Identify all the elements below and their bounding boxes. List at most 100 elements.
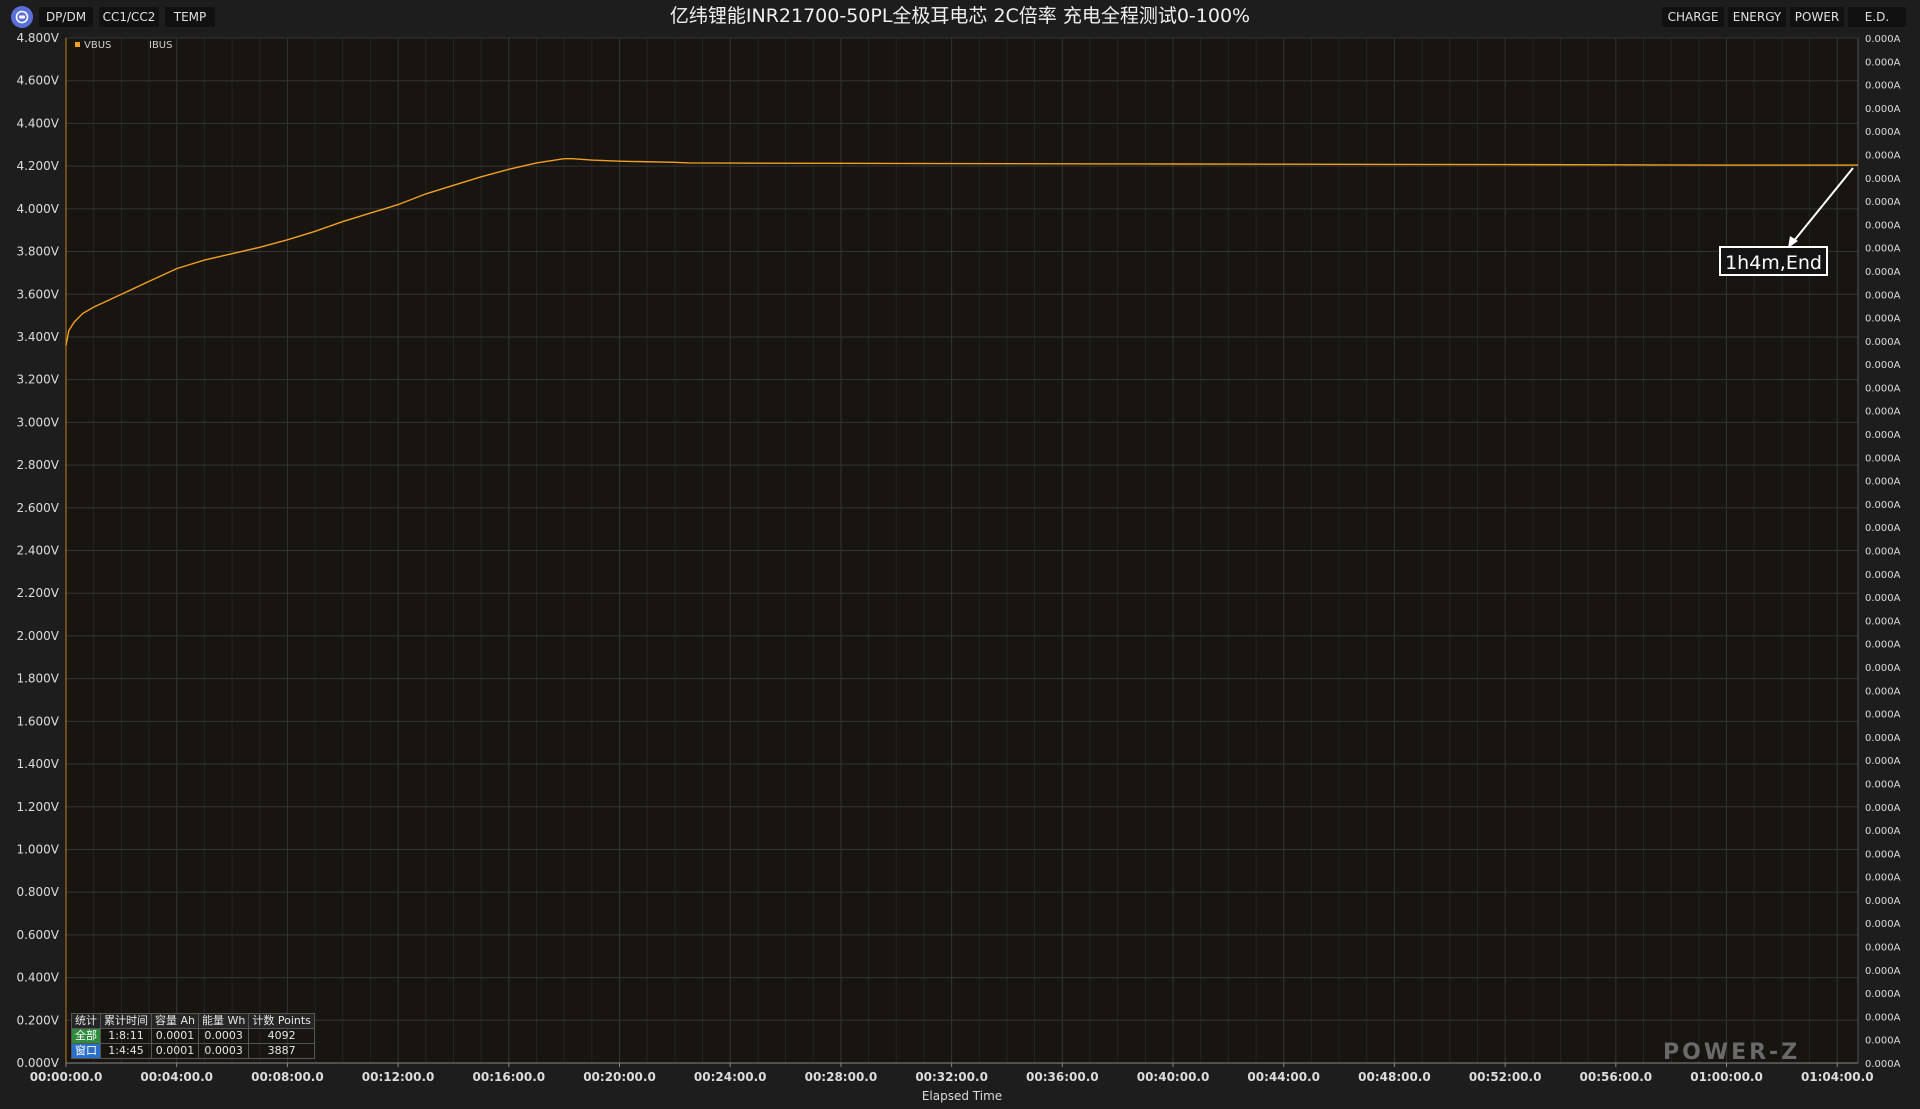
x-tick-label: 00:28:00.0 [805,1070,878,1084]
stats-table: 统计 累计时间 容量 Ah 能量 Wh 计数 Points 全部 1:8:11 … [71,1013,315,1059]
y-right-tick-label: 0.000A [1865,244,1901,255]
y-right-tick-label: 0.000A [1865,267,1901,278]
y-right-tick-label: 0.000A [1865,547,1901,558]
legend-vbus-swatch [75,42,80,47]
y-right-tick-label: 0.000A [1865,104,1901,115]
x-tick-label: 00:24:00.0 [694,1070,767,1084]
y-tick-label: 2.200V [16,586,59,600]
y-right-tick-label: 0.000A [1865,733,1901,744]
y-right-tick-label: 0.000A [1865,826,1901,837]
y-tick-label: 4.200V [16,159,59,173]
stats-cell: 1:8:11 [100,1028,152,1044]
y-right-tick-label: 0.000A [1865,407,1901,418]
end-annotation: 1h4m,End [1719,246,1828,276]
y-right-tick-label: 0.000A [1865,1059,1901,1070]
x-tick-label: 01:04:00.0 [1801,1070,1874,1084]
y-right-tick-label: 0.000A [1865,57,1901,68]
x-axis-label: Elapsed Time [922,1089,1002,1103]
y-tick-label: 2.600V [16,501,59,515]
stats-cell: 0.0003 [197,1043,250,1059]
stats-cell: 0.0003 [197,1028,250,1044]
y-right-tick-label: 0.000A [1865,896,1901,907]
stats-header-row: 统计 累计时间 容量 Ah 能量 Wh 计数 Points [71,1013,315,1029]
stats-row-label: 全部 [71,1028,101,1044]
y-right-tick-label: 0.000A [1865,523,1901,534]
legend-ibus-label[interactable]: IBUS [149,40,172,51]
y-right-tick-label: 0.000A [1865,849,1901,860]
y-right-tick-label: 0.000A [1865,1012,1901,1023]
x-tick-label: 00:16:00.0 [473,1070,546,1084]
y-right-tick-label: 0.000A [1865,989,1901,1000]
stats-row-all: 全部 1:8:11 0.0001 0.0003 4092 [71,1028,315,1044]
y-tick-label: 3.400V [16,330,59,344]
x-tick-label: 00:40:00.0 [1137,1070,1210,1084]
y-tick-label: 4.800V [16,31,59,45]
y-tick-label: 1.000V [16,842,59,856]
y-right-tick-label: 0.000A [1865,779,1901,790]
stats-header-cell: 统计 [71,1013,101,1029]
stats-header-cell: 计数 Points [248,1013,315,1029]
y-tick-label: 0.800V [16,885,59,899]
y-right-tick-label: 0.000A [1865,616,1901,627]
stats-header-cell: 能量 Wh [197,1013,250,1029]
y-right-tick-label: 0.000A [1865,919,1901,930]
y-right-tick-label: 0.000A [1865,710,1901,721]
y-tick-label: 4.000V [16,202,59,216]
x-tick-label: 00:44:00.0 [1247,1070,1320,1084]
y-tick-label: 0.000V [16,1056,59,1070]
y-tick-label: 0.400V [16,971,59,985]
y-tick-label: 0.600V [16,928,59,942]
stats-cell: 3887 [248,1043,315,1059]
x-tick-label: 00:48:00.0 [1358,1070,1431,1084]
x-tick-label: 00:36:00.0 [1026,1070,1099,1084]
stats-cell: 0.0001 [151,1028,199,1044]
stats-cell: 4092 [248,1028,315,1044]
stats-cell: 1:4:45 [100,1043,152,1059]
y-tick-label: 2.000V [16,629,59,643]
y-tick-label: 2.800V [16,458,59,472]
y-tick-label: 1.800V [16,672,59,686]
y-right-tick-label: 0.000A [1865,500,1901,511]
y-right-tick-label: 0.000A [1865,663,1901,674]
x-tick-label: 01:00:00.0 [1690,1070,1763,1084]
y-right-tick-label: 0.000A [1865,383,1901,394]
y-tick-label: 1.400V [16,757,59,771]
stats-row-window: 窗口 1:4:45 0.0001 0.0003 3887 [71,1043,315,1059]
y-right-tick-label: 0.000A [1865,290,1901,301]
y-tick-label: 2.400V [16,544,59,558]
y-right-tick-label: 0.000A [1865,220,1901,231]
y-right-tick-label: 0.000A [1865,803,1901,814]
brand-watermark: POWER-Z [1663,1040,1801,1065]
y-tick-label: 3.200V [16,373,59,387]
y-tick-label: 4.600V [16,74,59,88]
stats-cell: 0.0001 [151,1043,199,1059]
x-tick-label: 00:04:00.0 [140,1070,213,1084]
y-right-tick-label: 0.000A [1865,640,1901,651]
y-right-tick-label: 0.000A [1865,360,1901,371]
y-right-tick-label: 0.000A [1865,593,1901,604]
y-tick-label: 3.600V [16,287,59,301]
x-tick-label: 00:32:00.0 [915,1070,988,1084]
y-tick-label: 1.600V [16,714,59,728]
y-right-tick-label: 0.000A [1865,686,1901,697]
x-tick-label: 00:12:00.0 [362,1070,435,1084]
chart-canvas[interactable]: 0.000V 0.200V 0.400V 0.600V 0.800V 1.000V 1.20… [0,0,1920,1109]
legend-vbus-label[interactable]: VBUS [84,40,111,51]
y-tick-label: 1.200V [16,800,59,814]
y-right-tick-label: 0.000A [1865,477,1901,488]
y-tick-label: 0.200V [16,1013,59,1027]
y-right-tick-label: 0.000A [1865,943,1901,954]
y-tick-label: 3.800V [16,245,59,259]
x-tick-label: 00:08:00.0 [251,1070,324,1084]
x-tick-label: 00:56:00.0 [1580,1070,1653,1084]
stats-header-cell: 容量 Ah [151,1013,199,1029]
y-right-tick-label: 0.000A [1865,756,1901,767]
x-tick-label: 00:00:00.0 [30,1070,103,1084]
y-right-tick-label: 0.000A [1865,966,1901,977]
y-right-tick-label: 0.000A [1865,873,1901,884]
y-right-tick-label: 0.000A [1865,1036,1901,1047]
y-tick-label: 4.400V [16,116,59,130]
y-right-tick-label: 0.000A [1865,197,1901,208]
y-right-tick-label: 0.000A [1865,150,1901,161]
x-tick-label: 00:20:00.0 [583,1070,656,1084]
